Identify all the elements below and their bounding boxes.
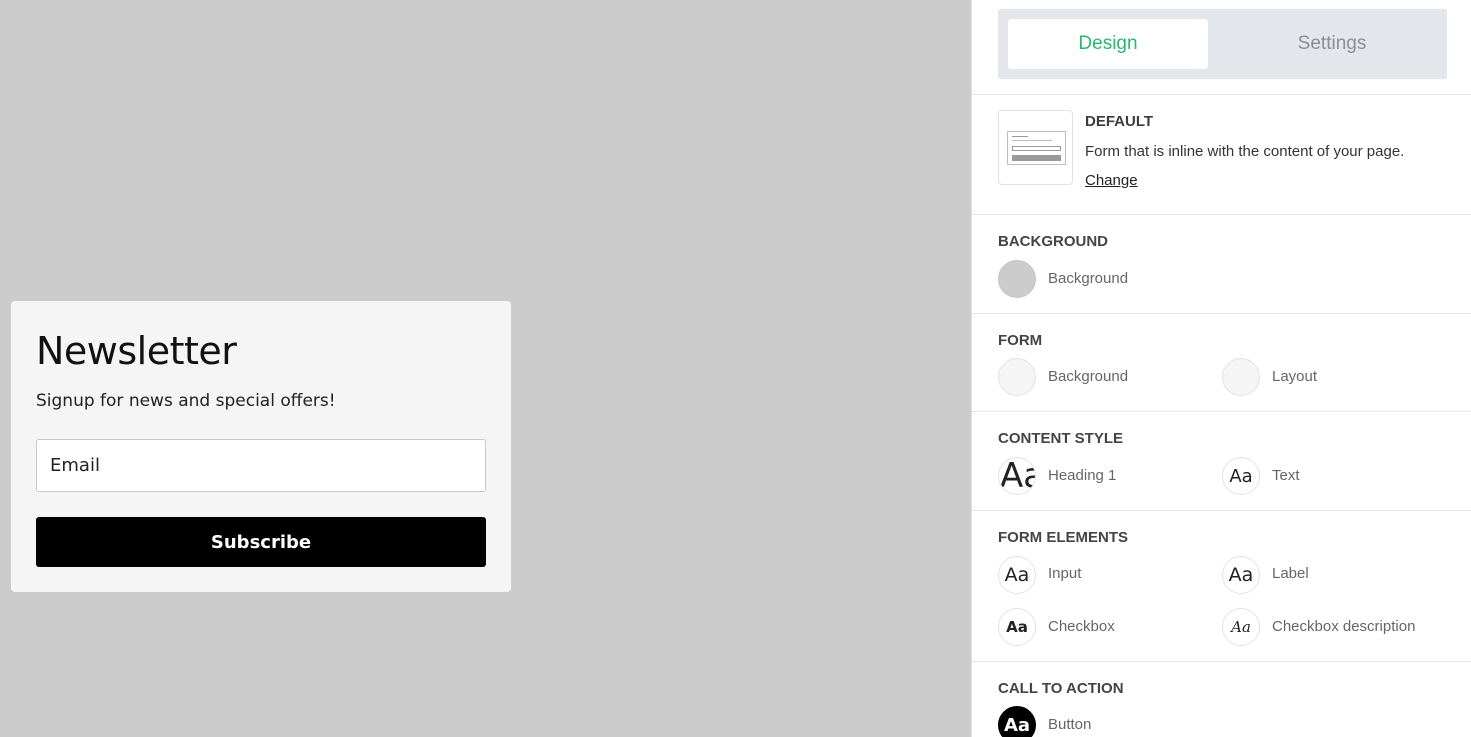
form-subtitle[interactable]: Signup for news and special offers! bbox=[36, 391, 336, 411]
form-background-swatch[interactable] bbox=[998, 358, 1036, 396]
heading-style-icon[interactable]: Aa bbox=[998, 457, 1036, 495]
panel-tabs: Design Settings bbox=[998, 9, 1447, 79]
button-style-label[interactable]: Button bbox=[1048, 716, 1091, 733]
tab-settings[interactable]: Settings bbox=[1232, 19, 1432, 69]
divider bbox=[972, 411, 1471, 412]
template-preview-icon bbox=[1007, 131, 1066, 165]
section-title-form: FORM bbox=[998, 332, 1043, 349]
newsletter-form[interactable]: Newsletter Signup for news and special o… bbox=[11, 301, 511, 592]
form-background-label[interactable]: Background bbox=[1048, 368, 1128, 385]
checkbox-description-style-label[interactable]: Checkbox description bbox=[1272, 618, 1415, 635]
design-panel: Design Settings DEFAULT Form that is inl… bbox=[971, 0, 1471, 737]
preview-canvas: Newsletter Signup for news and special o… bbox=[0, 0, 971, 737]
template-thumbnail[interactable] bbox=[998, 110, 1073, 185]
text-style-icon[interactable]: Aa bbox=[1222, 457, 1260, 495]
background-color-swatch[interactable] bbox=[998, 260, 1036, 298]
section-title-background: BACKGROUND bbox=[998, 233, 1108, 250]
checkbox-description-style-icon[interactable]: Aa bbox=[1222, 608, 1260, 646]
label-style-icon[interactable]: Aa bbox=[1222, 556, 1260, 594]
input-style-icon[interactable]: Aa bbox=[998, 556, 1036, 594]
input-style-label[interactable]: Input bbox=[1048, 565, 1081, 582]
divider bbox=[972, 510, 1471, 511]
section-title-form-elements: FORM ELEMENTS bbox=[998, 529, 1128, 546]
email-input[interactable] bbox=[36, 439, 486, 492]
background-label[interactable]: Background bbox=[1048, 270, 1128, 287]
divider bbox=[972, 661, 1471, 662]
section-title-content-style: CONTENT STYLE bbox=[998, 430, 1124, 447]
form-layout-swatch[interactable] bbox=[1222, 358, 1260, 396]
change-template-link[interactable]: Change bbox=[1085, 172, 1138, 189]
divider bbox=[972, 313, 1471, 314]
button-style-icon[interactable]: Aa bbox=[998, 706, 1036, 737]
subscribe-button[interactable]: Subscribe bbox=[36, 517, 486, 567]
template-name: DEFAULT bbox=[1085, 113, 1154, 130]
checkbox-style-label[interactable]: Checkbox bbox=[1048, 618, 1115, 635]
label-style-label[interactable]: Label bbox=[1272, 565, 1309, 582]
divider bbox=[972, 214, 1471, 215]
template-description: Form that is inline with the content of … bbox=[1085, 143, 1405, 160]
text-style-label[interactable]: Text bbox=[1272, 467, 1300, 484]
tab-design[interactable]: Design bbox=[1008, 19, 1208, 69]
form-title[interactable]: Newsletter bbox=[36, 329, 237, 373]
checkbox-style-icon[interactable]: Aa bbox=[998, 608, 1036, 646]
form-layout-label[interactable]: Layout bbox=[1272, 368, 1317, 385]
section-title-call-to-action: CALL TO ACTION bbox=[998, 680, 1124, 697]
divider bbox=[972, 94, 1471, 95]
heading-style-label[interactable]: Heading 1 bbox=[1048, 467, 1116, 484]
